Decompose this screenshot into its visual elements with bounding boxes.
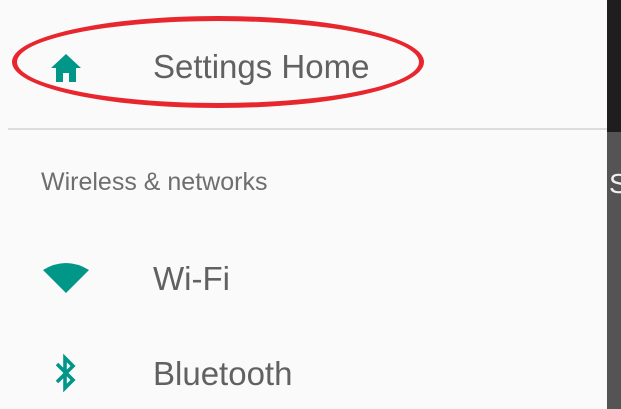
drawer-item-bluetooth[interactable]: Bluetooth: [0, 341, 607, 405]
drawer-item-label: Settings Home: [153, 48, 370, 85]
background-app-bar: [607, 0, 621, 132]
bluetooth-icon: [40, 347, 92, 399]
drawer-item-settings-home[interactable]: Settings Home: [0, 36, 607, 100]
section-header-wireless-networks: Wireless & networks: [41, 168, 268, 196]
background-text-fragment: S: [609, 168, 621, 199]
drawer-item-wifi[interactable]: Wi-Fi: [0, 246, 607, 310]
divider: [8, 128, 607, 130]
navigation-drawer: Settings Home Wireless & networks Wi-Fi …: [0, 0, 607, 409]
drawer-item-label: Bluetooth: [153, 355, 293, 392]
wifi-icon: [40, 252, 92, 304]
drawer-item-label: Wi-Fi: [153, 260, 230, 297]
home-icon: [40, 42, 92, 94]
